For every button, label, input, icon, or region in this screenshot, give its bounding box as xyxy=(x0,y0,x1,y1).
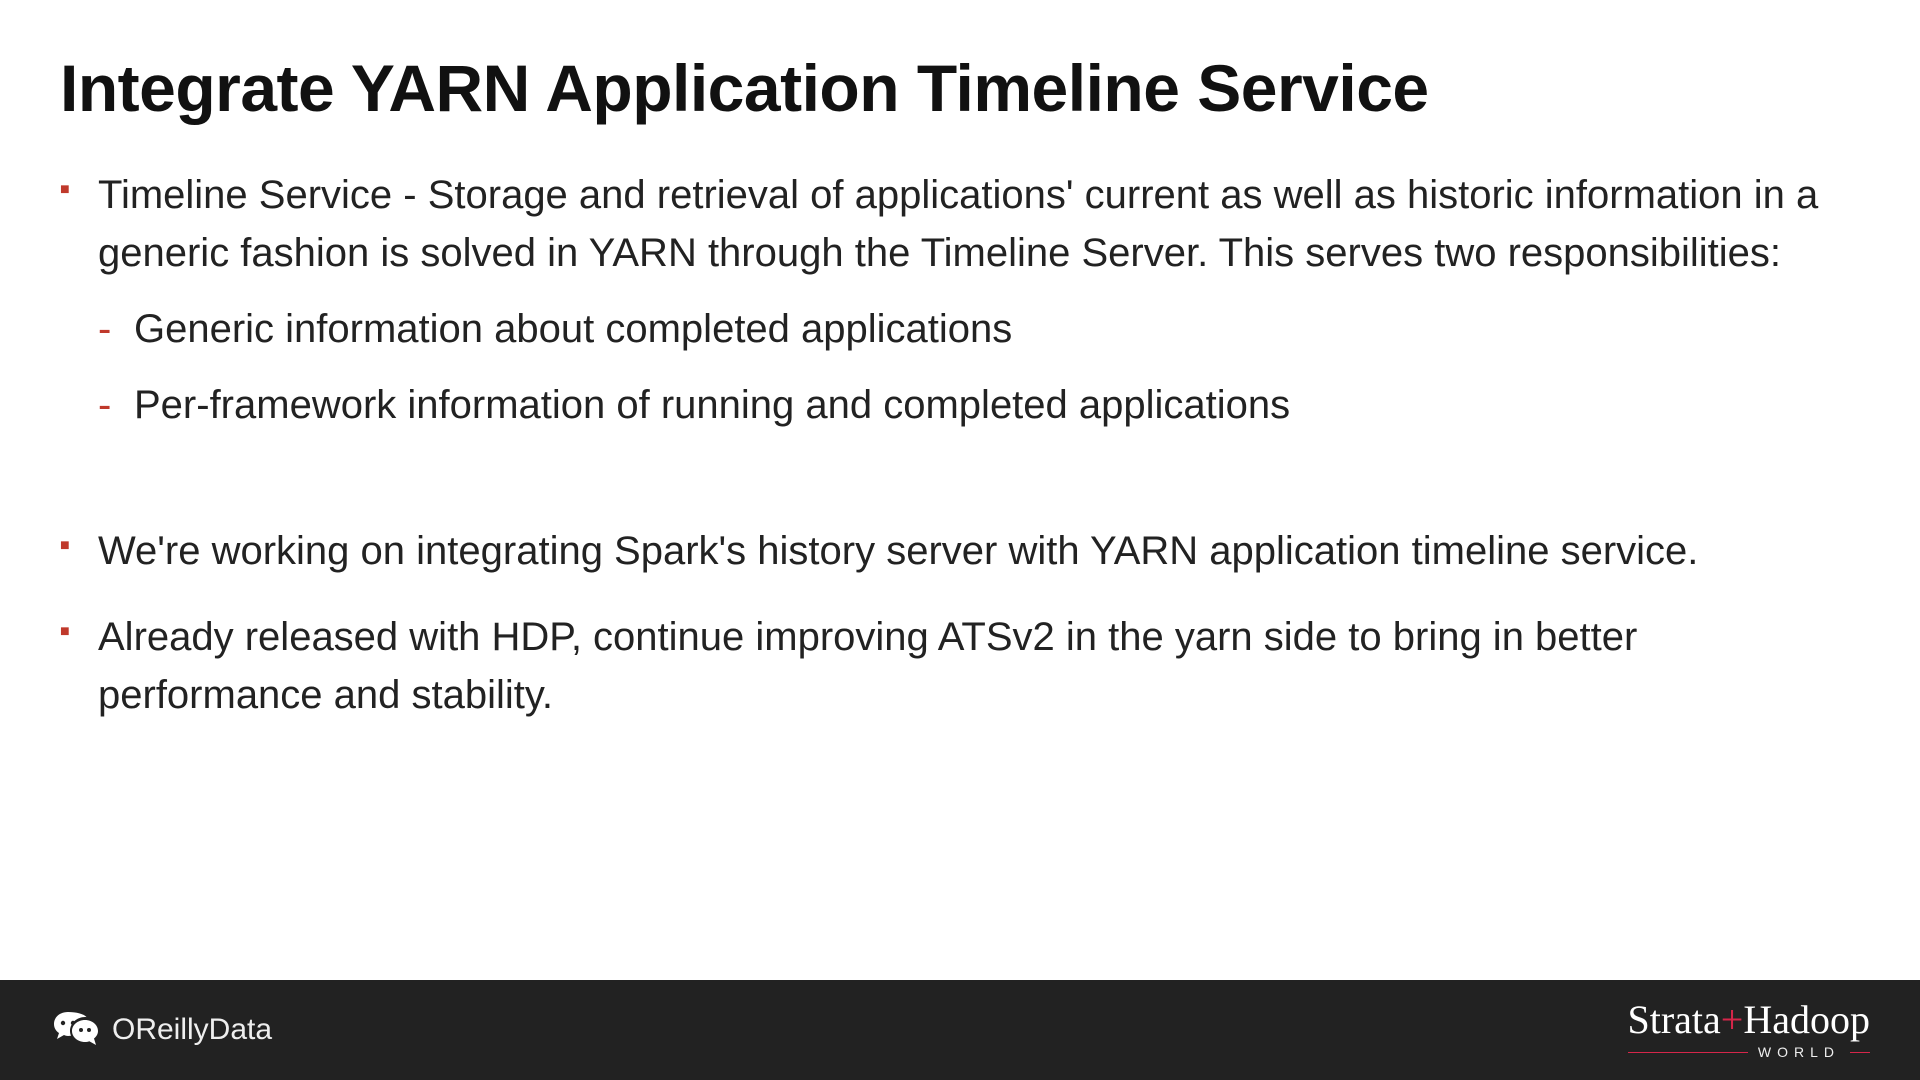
sub-bullet-text: Per-framework information of running and… xyxy=(134,383,1290,427)
bullet-text: Timeline Service - Storage and retrieval… xyxy=(98,173,1818,275)
sub-bullet-item: Generic information about completed appl… xyxy=(98,300,1860,358)
bullet-item: Already released with HDP, continue impr… xyxy=(60,608,1860,724)
brand-logo: Strata+Hadoop xyxy=(1627,1000,1870,1040)
brand-plus: + xyxy=(1721,997,1744,1042)
bullet-list: Timeline Service - Storage and retrieval… xyxy=(60,166,1860,434)
footer-right: Strata+Hadoop WORLD xyxy=(1627,1000,1870,1060)
spacer xyxy=(60,462,1860,522)
bullet-text: We're working on integrating Spark's his… xyxy=(98,529,1698,573)
brand-part-a: Strata xyxy=(1627,997,1720,1042)
brand-sub-text: WORLD xyxy=(1758,1044,1840,1060)
sub-bullet-text: Generic information about completed appl… xyxy=(134,307,1012,351)
brand-line xyxy=(1628,1052,1748,1053)
footer-handle: OReillyData xyxy=(112,1013,272,1047)
brand-subtitle: WORLD xyxy=(1627,1044,1870,1060)
footer-left: OReillyData xyxy=(50,1006,272,1054)
bullet-list: We're working on integrating Spark's his… xyxy=(60,522,1860,724)
chat-icon xyxy=(50,1006,98,1054)
slide: Integrate YARN Application Timeline Serv… xyxy=(0,0,1920,1080)
slide-title: Integrate YARN Application Timeline Serv… xyxy=(60,50,1860,126)
sub-bullet-item: Per-framework information of running and… xyxy=(98,376,1860,434)
brand-line xyxy=(1850,1052,1870,1053)
bullet-item: Timeline Service - Storage and retrieval… xyxy=(60,166,1860,434)
bullet-text: Already released with HDP, continue impr… xyxy=(98,615,1637,717)
brand-part-b: Hadoop xyxy=(1743,997,1870,1042)
slide-content: Integrate YARN Application Timeline Serv… xyxy=(0,0,1920,724)
sub-bullet-list: Generic information about completed appl… xyxy=(98,300,1860,434)
bullet-item: We're working on integrating Spark's his… xyxy=(60,522,1860,580)
footer: OReillyData Strata+Hadoop WORLD xyxy=(0,980,1920,1080)
